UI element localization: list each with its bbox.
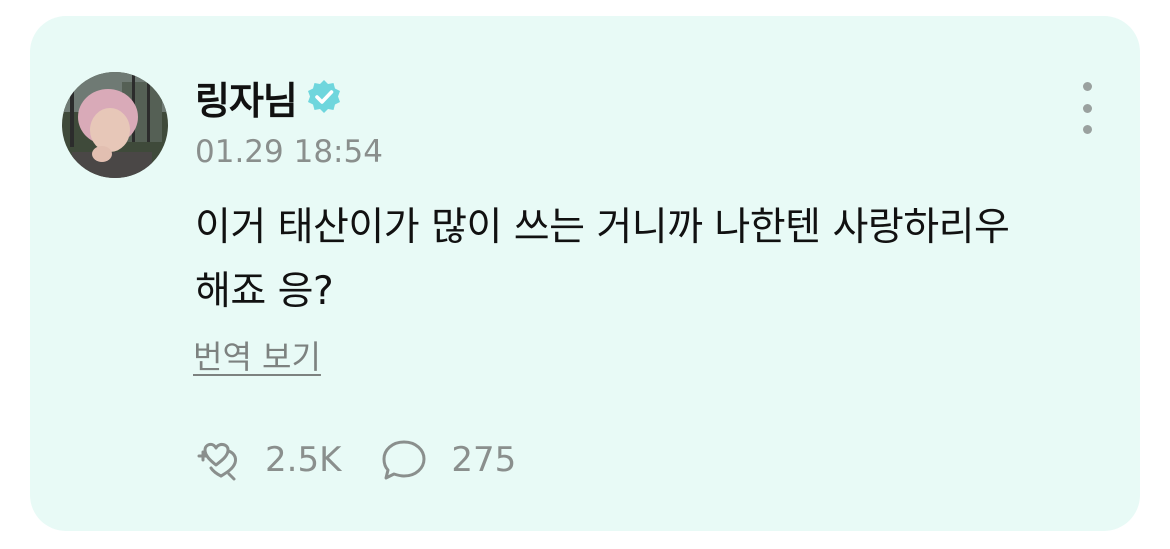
- post-timestamp: 01.29 18:54: [195, 134, 383, 170]
- heart-icon: [193, 436, 245, 484]
- verified-badge-icon: [305, 78, 343, 116]
- comment-count: 275: [451, 440, 517, 480]
- comment-bubble-icon: [379, 436, 431, 484]
- like-count: 2.5K: [265, 440, 342, 480]
- comment-button[interactable]: 275: [379, 436, 516, 484]
- author-name[interactable]: 링자님: [195, 70, 298, 125]
- author-row: 링자님: [195, 70, 343, 125]
- action-bar: 2.5K 275: [193, 436, 516, 484]
- post-body-line-1: 이거 태산이가 많이 쓰는 거니까 나한텐 사랑하리우: [195, 205, 1010, 250]
- translate-link[interactable]: 번역 보기: [193, 332, 321, 378]
- avatar[interactable]: [62, 72, 168, 178]
- like-button[interactable]: 2.5K: [193, 436, 341, 484]
- more-vertical-icon[interactable]: [1072, 82, 1102, 134]
- post-body: 이거 태산이가 많이 쓰는 거니까 나한텐 사랑하리우 해죠 응?: [195, 196, 1095, 324]
- post-body-line-2: 해죠 응?: [195, 269, 334, 314]
